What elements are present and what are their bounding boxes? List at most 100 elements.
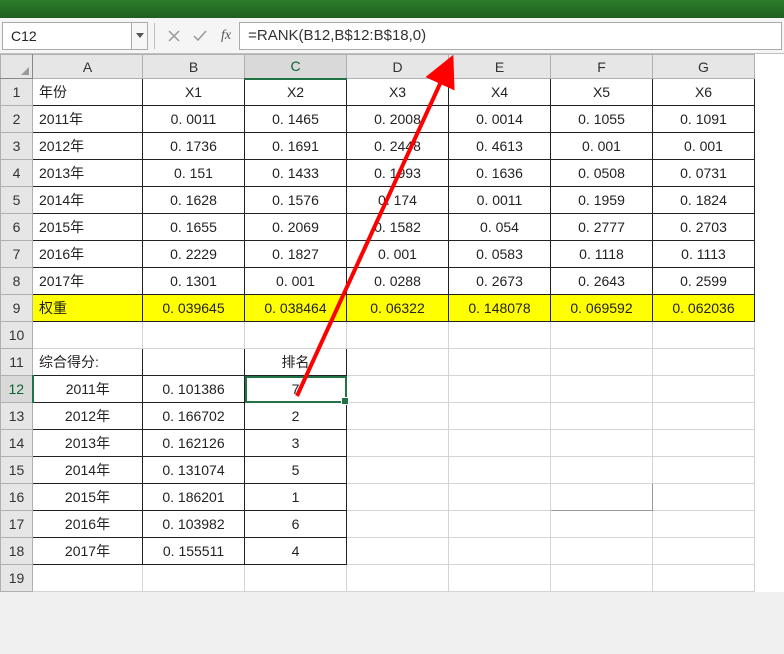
cell[interactable]: 0. 0014: [449, 106, 551, 133]
cell[interactable]: 0. 038464: [245, 295, 347, 322]
cell[interactable]: 0. 1993: [347, 160, 449, 187]
row-header-17[interactable]: 17: [1, 511, 33, 538]
cell[interactable]: 0. 103982: [143, 511, 245, 538]
cell[interactable]: [653, 484, 755, 511]
col-header-A[interactable]: A: [33, 55, 143, 79]
cell[interactable]: 0. 1301: [143, 268, 245, 295]
cell[interactable]: [449, 511, 551, 538]
cell[interactable]: 0. 1691: [245, 133, 347, 160]
cell[interactable]: 4: [245, 538, 347, 565]
cell[interactable]: X5: [551, 79, 653, 106]
col-header-D[interactable]: D: [347, 55, 449, 79]
cell[interactable]: 0. 148078: [449, 295, 551, 322]
cell[interactable]: 0. 1827: [245, 241, 347, 268]
cell[interactable]: 0. 2673: [449, 268, 551, 295]
cell[interactable]: [449, 565, 551, 592]
cell[interactable]: [551, 376, 653, 403]
cell[interactable]: 0. 0011: [143, 106, 245, 133]
cell[interactable]: 年份: [33, 79, 143, 106]
cell[interactable]: 0. 069592: [551, 295, 653, 322]
col-header-C[interactable]: C: [245, 55, 347, 79]
cell[interactable]: 2017年: [33, 268, 143, 295]
row-header-12[interactable]: 12: [1, 376, 33, 403]
cell[interactable]: 2011年: [33, 376, 143, 403]
row-header-6[interactable]: 6: [1, 214, 33, 241]
row-header-2[interactable]: 2: [1, 106, 33, 133]
cell[interactable]: 0. 062036: [653, 295, 755, 322]
cell[interactable]: 0. 0011: [449, 187, 551, 214]
cell[interactable]: 0. 0508: [551, 160, 653, 187]
cell[interactable]: 权重: [33, 295, 143, 322]
cell[interactable]: 0. 1582: [347, 214, 449, 241]
row-header-8[interactable]: 8: [1, 268, 33, 295]
cell[interactable]: 0. 1465: [245, 106, 347, 133]
cell[interactable]: [653, 349, 755, 376]
cell[interactable]: 0. 2229: [143, 241, 245, 268]
cell[interactable]: [347, 430, 449, 457]
cell[interactable]: 2: [245, 403, 347, 430]
cell[interactable]: [449, 376, 551, 403]
cell[interactable]: 0. 131074: [143, 457, 245, 484]
cell[interactable]: [551, 511, 653, 538]
cell[interactable]: [347, 403, 449, 430]
cell[interactable]: 0. 06322: [347, 295, 449, 322]
cell[interactable]: [551, 484, 653, 511]
row-header-11[interactable]: 11: [1, 349, 33, 376]
cell[interactable]: 0. 1433: [245, 160, 347, 187]
cell[interactable]: [653, 538, 755, 565]
cell[interactable]: [449, 403, 551, 430]
cell[interactable]: 0. 054: [449, 214, 551, 241]
formula-input[interactable]: =RANK(B12,B$12:B$18,0): [239, 22, 782, 50]
cell[interactable]: [245, 322, 347, 349]
cell[interactable]: [143, 322, 245, 349]
cell[interactable]: 0. 1628: [143, 187, 245, 214]
fx-button[interactable]: fx: [213, 28, 239, 44]
cell[interactable]: [347, 457, 449, 484]
cell[interactable]: 0. 2777: [551, 214, 653, 241]
cell[interactable]: 0. 0731: [653, 160, 755, 187]
row-header-18[interactable]: 18: [1, 538, 33, 565]
cell[interactable]: 2014年: [33, 187, 143, 214]
cell[interactable]: 2014年: [33, 457, 143, 484]
cell[interactable]: 0. 155511: [143, 538, 245, 565]
active-cell[interactable]: 7: [245, 376, 347, 403]
cell[interactable]: 0. 166702: [143, 403, 245, 430]
name-box[interactable]: C12: [2, 22, 132, 50]
cell[interactable]: 0. 0583: [449, 241, 551, 268]
row-header-19[interactable]: 19: [1, 565, 33, 592]
cell[interactable]: 排名: [245, 349, 347, 376]
row-header-16[interactable]: 16: [1, 484, 33, 511]
cell[interactable]: [347, 349, 449, 376]
cell[interactable]: [347, 511, 449, 538]
cell[interactable]: 0. 1655: [143, 214, 245, 241]
cell[interactable]: 0. 001: [245, 268, 347, 295]
cell[interactable]: [347, 565, 449, 592]
cell[interactable]: 0. 001: [347, 241, 449, 268]
col-header-F[interactable]: F: [551, 55, 653, 79]
cell[interactable]: [449, 349, 551, 376]
cell[interactable]: X2: [245, 79, 347, 106]
cell[interactable]: 2012年: [33, 133, 143, 160]
cell[interactable]: [449, 322, 551, 349]
cell[interactable]: [551, 322, 653, 349]
cell[interactable]: 0. 1055: [551, 106, 653, 133]
cell[interactable]: 0. 1118: [551, 241, 653, 268]
cell[interactable]: [245, 565, 347, 592]
cell[interactable]: 2012年: [33, 403, 143, 430]
cell[interactable]: 2015年: [33, 484, 143, 511]
cell[interactable]: 2016年: [33, 241, 143, 268]
cell[interactable]: X3: [347, 79, 449, 106]
row-header-9[interactable]: 9: [1, 295, 33, 322]
cell[interactable]: 0. 101386: [143, 376, 245, 403]
cell[interactable]: 0. 2643: [551, 268, 653, 295]
cell[interactable]: 0. 1091: [653, 106, 755, 133]
row-header-7[interactable]: 7: [1, 241, 33, 268]
row-header-15[interactable]: 15: [1, 457, 33, 484]
cell[interactable]: 1: [245, 484, 347, 511]
cell[interactable]: 0. 186201: [143, 484, 245, 511]
row-header-1[interactable]: 1: [1, 79, 33, 106]
cell[interactable]: [551, 538, 653, 565]
cell[interactable]: 0. 174: [347, 187, 449, 214]
row-header-5[interactable]: 5: [1, 187, 33, 214]
row-header-13[interactable]: 13: [1, 403, 33, 430]
